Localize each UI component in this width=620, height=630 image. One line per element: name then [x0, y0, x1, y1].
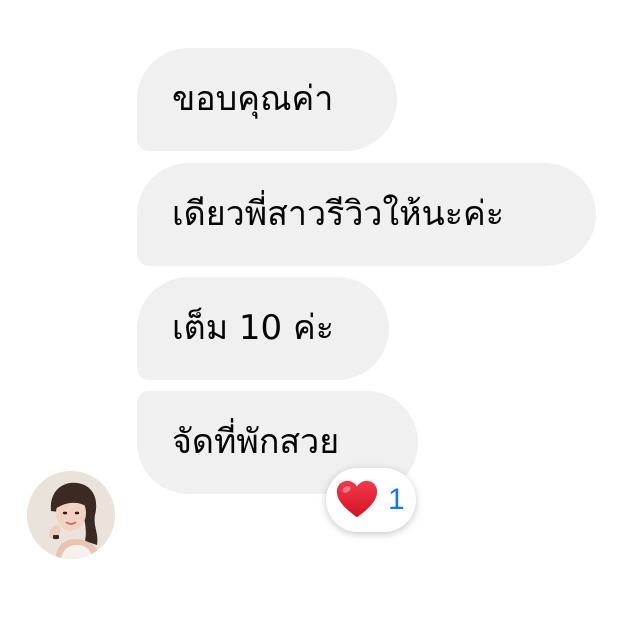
profile-photo [27, 471, 115, 559]
message-text: ขอบคุณค่า [172, 79, 334, 119]
message-row: เดียวพี่สาวรีวิวให้นะค่ะ [137, 163, 596, 266]
message-bubble[interactable]: เต็ม 10 ค่ะ [137, 277, 389, 380]
reaction-count: 1 [388, 483, 405, 516]
message-bubble[interactable]: ขอบคุณค่า [137, 48, 397, 151]
message-bubble[interactable]: เดียวพี่สาวรีวิวให้นะค่ะ [137, 163, 596, 266]
reaction-badge[interactable]: 1 [326, 468, 416, 532]
message-text: เต็ม 10 ค่ะ [172, 308, 334, 348]
heart-icon [336, 480, 378, 518]
message-text: จัดที่พักสวย [172, 422, 340, 462]
avatar[interactable] [27, 471, 115, 559]
message-row: ขอบคุณค่า [137, 48, 397, 151]
message-row: เต็ม 10 ค่ะ [137, 277, 389, 380]
message-text: เดียวพี่สาวรีวิวให้นะค่ะ [172, 194, 505, 234]
